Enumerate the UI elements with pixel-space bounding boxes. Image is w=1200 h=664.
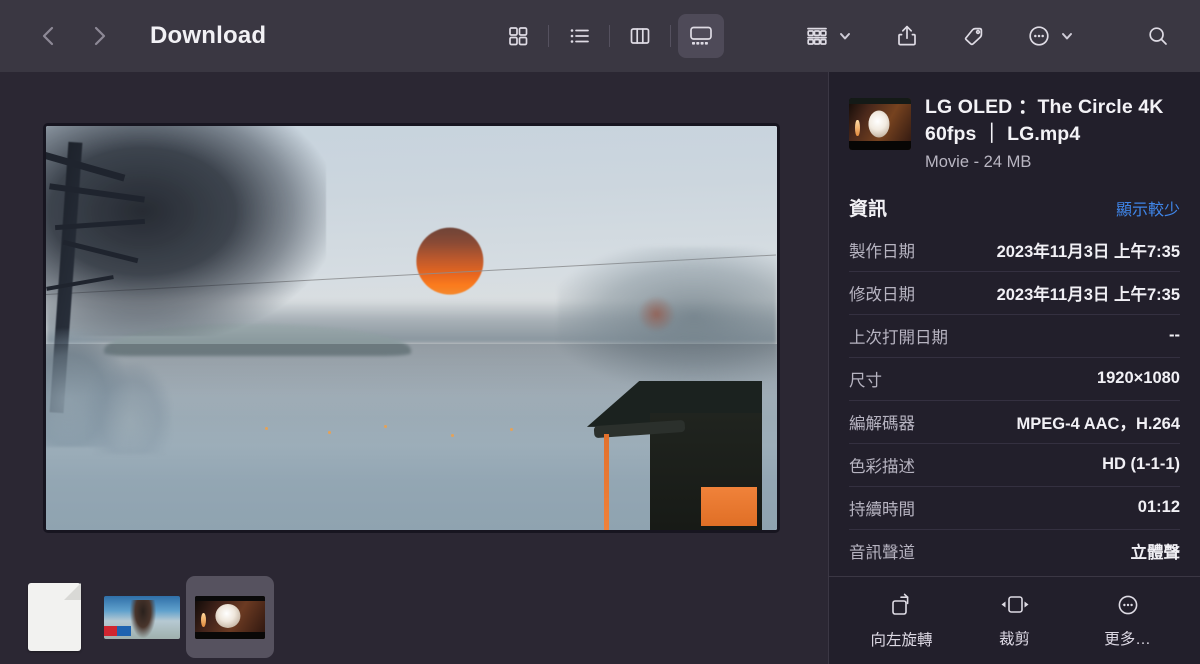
table-row: 上次打開日期 -- bbox=[849, 313, 1180, 357]
group-by-chevron-button[interactable] bbox=[835, 14, 855, 58]
file-name: LG OLED ：The Circle 4K 60fps ｜ LG.mp4 bbox=[925, 96, 1164, 145]
inspector-scroll[interactable]: LG OLED ：The Circle 4K 60fps ｜ LG.mp4 Mo… bbox=[829, 72, 1200, 576]
crop-button[interactable]: 裁剪 bbox=[972, 592, 1058, 649]
metadata-value: 1920×1080 bbox=[1096, 369, 1180, 388]
info-section-header: 資訊 顯示較少 bbox=[849, 182, 1180, 229]
metadata-value: -- bbox=[1169, 326, 1180, 345]
metadata-value: 2023年11月3日 上午7:35 bbox=[996, 242, 1180, 261]
metadata-value: 立體聲 bbox=[1130, 543, 1181, 562]
metadata-key: 上次打開日期 bbox=[849, 328, 948, 347]
crop-icon bbox=[1001, 596, 1028, 613]
action-bar: 向左旋轉 裁剪 更多… bbox=[829, 576, 1200, 664]
metadata-key: 修改日期 bbox=[849, 285, 915, 304]
tag-button[interactable] bbox=[951, 14, 995, 58]
table-row: 尺寸 1920×1080 bbox=[849, 356, 1180, 400]
info-section-title: 資訊 bbox=[849, 198, 888, 220]
toolbar: Download bbox=[0, 0, 1200, 72]
table-row: 音訊聲道 立體聲 bbox=[849, 528, 1181, 572]
share-icon bbox=[898, 25, 916, 46]
segment-divider bbox=[609, 25, 610, 47]
metadata-value: 01:12 bbox=[1137, 498, 1180, 517]
filmstrip-item-document[interactable] bbox=[10, 576, 98, 658]
window-title: Download bbox=[150, 22, 267, 49]
rotate-left-icon bbox=[891, 593, 908, 615]
crop-label: 裁剪 bbox=[998, 631, 1030, 648]
more-options-chevron-button[interactable] bbox=[1057, 14, 1077, 58]
view-mode-column-button[interactable] bbox=[617, 14, 663, 58]
segment-divider bbox=[548, 25, 549, 47]
show-less-link[interactable]: 顯示較少 bbox=[1116, 196, 1180, 220]
ellipsis-circle-icon bbox=[1029, 26, 1049, 46]
metadata-key: 編解碼器 bbox=[849, 414, 915, 433]
forward-button[interactable] bbox=[86, 23, 112, 49]
metadata-key: 音訊聲道 bbox=[849, 543, 915, 562]
metadata-key: 製作日期 bbox=[849, 242, 915, 261]
view-mode-segmented-control bbox=[495, 12, 724, 60]
navigation-buttons bbox=[36, 23, 112, 49]
table-row: 製作日期 2023年11月3日 上午7:35 bbox=[849, 229, 1180, 271]
more-options-button[interactable] bbox=[1017, 14, 1061, 58]
metadata-value: 2023年11月3日 上午7:35 bbox=[996, 285, 1180, 304]
segment-divider bbox=[670, 25, 671, 47]
rotate-left-label: 向左旋轉 bbox=[870, 632, 933, 649]
grid-icon bbox=[509, 27, 528, 46]
share-button[interactable] bbox=[885, 14, 929, 58]
ellipsis-circle-icon bbox=[1118, 595, 1137, 615]
preview-stage bbox=[0, 72, 828, 570]
more-label: 更多… bbox=[1104, 631, 1151, 648]
search-icon bbox=[1149, 27, 1167, 45]
tag-icon bbox=[964, 27, 982, 45]
table-row: 色彩描述 HD (1-1-1) bbox=[849, 442, 1180, 486]
metadata-key: 持續時間 bbox=[849, 500, 915, 519]
document-icon bbox=[27, 583, 81, 651]
metadata-key: 色彩描述 bbox=[849, 457, 915, 476]
table-row: 修改日期 2023年11月3日 上午7:35 bbox=[849, 270, 1180, 314]
group-by-icon bbox=[807, 27, 827, 45]
chevron-down-icon bbox=[1062, 33, 1072, 40]
table-row: 持續時間 01:12 bbox=[849, 485, 1180, 529]
search-button[interactable] bbox=[1136, 14, 1180, 58]
finder-window: Download LG OLED ：The Circle 4K 60fps ｜ … bbox=[0, 0, 1200, 664]
rotate-left-button[interactable]: 向左旋轉 bbox=[859, 591, 945, 650]
cabin bbox=[586, 352, 763, 530]
file-subtitle: Movie - 24 MB bbox=[925, 152, 1032, 171]
content-area: LG OLED ：The Circle 4K 60fps ｜ LG.mp4 Mo… bbox=[0, 72, 1200, 664]
more-button[interactable]: 更多… bbox=[1085, 592, 1171, 649]
metadata-table: 製作日期 2023年11月3日 上午7:35 修改日期 2023年11月3日 上… bbox=[849, 229, 1180, 572]
table-row: 編解碼器 MPEG-4 AAC，H.264 bbox=[849, 399, 1180, 443]
file-header: LG OLED ：The Circle 4K 60fps ｜ LG.mp4 Mo… bbox=[849, 72, 1180, 182]
metadata-key: 尺寸 bbox=[849, 371, 882, 390]
view-mode-icon-button[interactable] bbox=[495, 14, 541, 58]
filmstrip bbox=[0, 570, 828, 664]
preview-image[interactable] bbox=[43, 123, 780, 533]
sun-orb bbox=[415, 228, 484, 295]
group-by-button[interactable] bbox=[795, 14, 839, 58]
inspector-panel: LG OLED ：The Circle 4K 60fps ｜ LG.mp4 Mo… bbox=[828, 72, 1200, 664]
metadata-value: MPEG-4 AAC，H.264 bbox=[1016, 414, 1180, 433]
video-thumbnail bbox=[104, 595, 180, 639]
back-button[interactable] bbox=[36, 23, 62, 49]
preview-pane bbox=[0, 72, 828, 664]
metadata-value: HD (1-1-1) bbox=[1102, 455, 1180, 474]
file-thumbnail bbox=[849, 98, 911, 150]
view-mode-gallery-button[interactable] bbox=[678, 14, 724, 58]
lg-oled-thumbnail bbox=[195, 595, 265, 639]
filmstrip-item-selected[interactable] bbox=[186, 576, 274, 658]
view-mode-list-button[interactable] bbox=[556, 14, 602, 58]
list-icon bbox=[570, 29, 589, 43]
gallery-icon bbox=[690, 26, 712, 45]
columns-icon bbox=[630, 28, 650, 44]
filmstrip-item-video[interactable] bbox=[98, 576, 186, 658]
chevron-down-icon bbox=[840, 33, 850, 40]
toolbar-right-group bbox=[795, 0, 1083, 72]
